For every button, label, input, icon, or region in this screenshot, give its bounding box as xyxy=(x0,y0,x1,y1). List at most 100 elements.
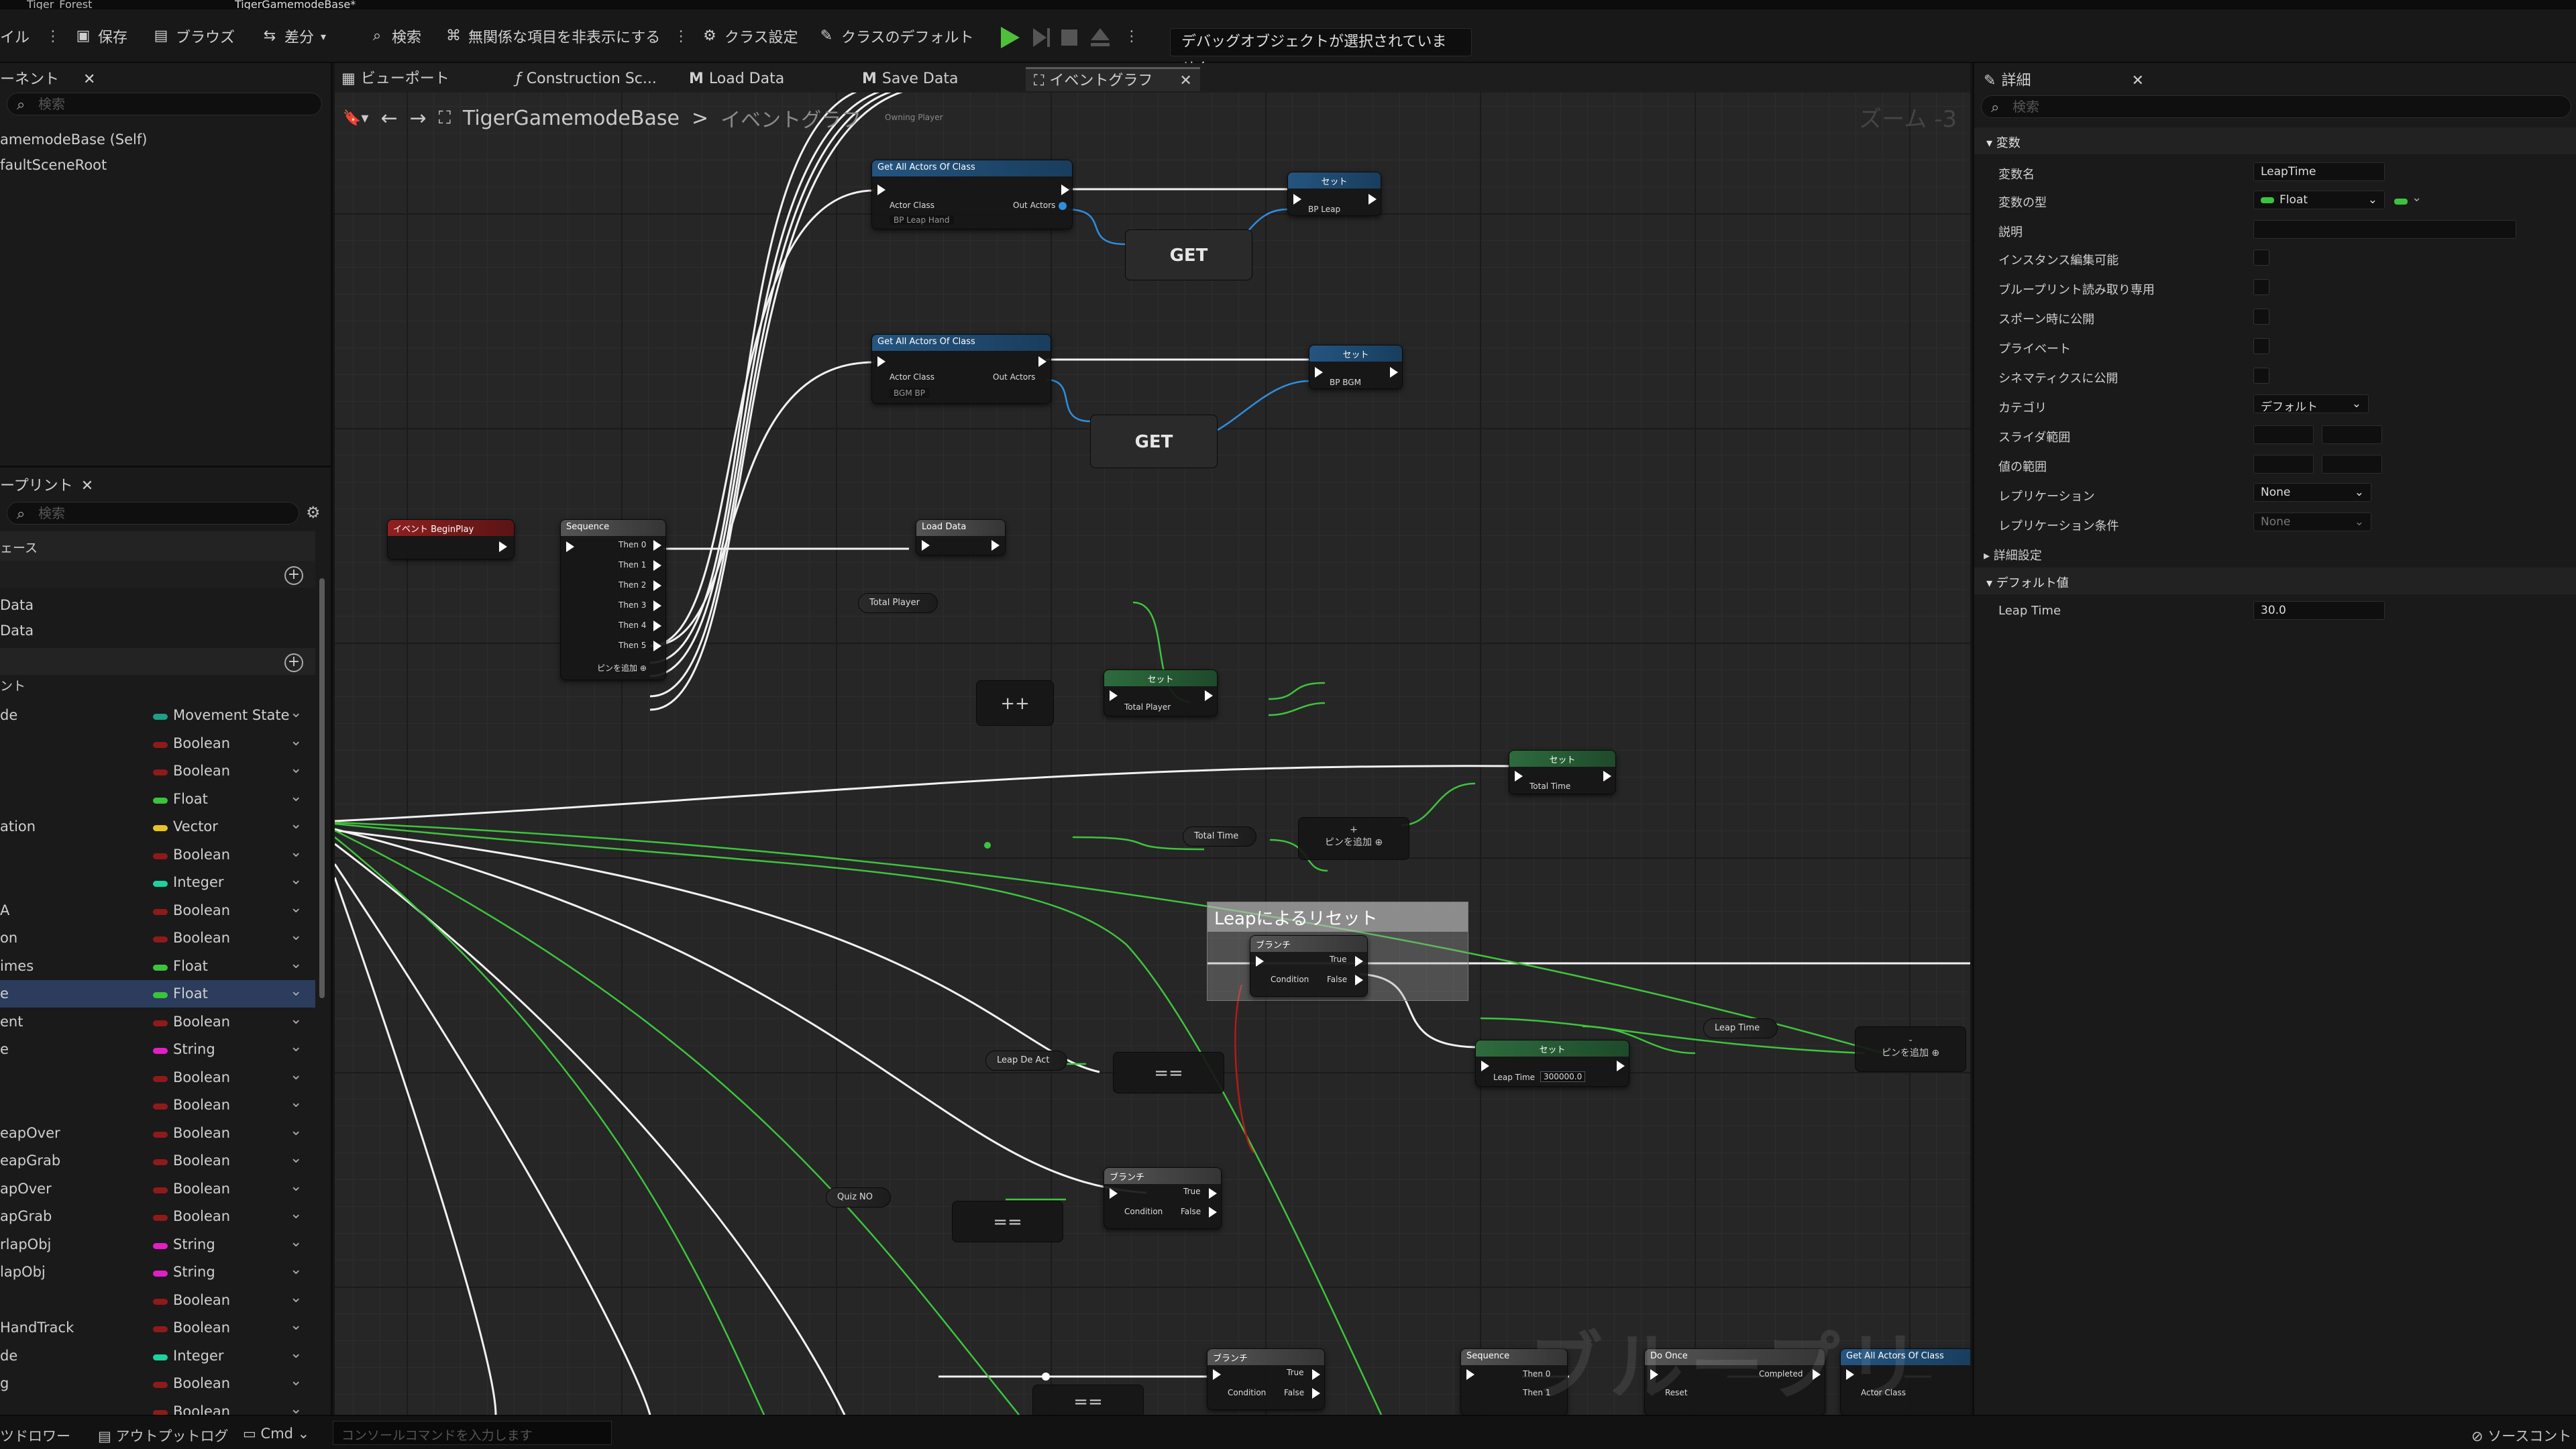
variable-row[interactable]: Float ⌄ xyxy=(0,786,315,813)
type-pill-icon[interactable] xyxy=(153,1187,168,1193)
sequence-then-pin[interactable]: Then 0 xyxy=(619,540,646,549)
chevron-down-icon[interactable]: ⌄ xyxy=(290,1094,302,1111)
variable-row[interactable]: Boolean ⌄ xyxy=(0,730,315,757)
close-icon[interactable]: ✕ xyxy=(2131,72,2143,89)
chevron-down-icon[interactable]: ⌄ xyxy=(290,1067,302,1083)
chevron-down-icon[interactable]: ⌄ xyxy=(290,871,302,888)
chevron-down-icon[interactable]: ⌄ xyxy=(290,983,302,1000)
debug-object-dropdown[interactable]: デバッグオブジェクトが選択されていません▾ xyxy=(1170,28,1472,77)
variable-row[interactable]: apGrab Boolean ⌄ xyxy=(0,1203,315,1230)
type-pill-icon[interactable] xyxy=(153,1326,168,1332)
type-pill-icon[interactable] xyxy=(153,1020,168,1026)
get-all-actors-node-2[interactable]: Get All Actors Of Class Actor Class Out … xyxy=(871,334,1051,404)
stop-icon[interactable] xyxy=(1056,24,1083,51)
type-pill-icon[interactable] xyxy=(153,1075,168,1082)
details-tab[interactable]: ✎ 詳細 ✕ xyxy=(1984,68,2144,90)
find-button[interactable]: ⌕ 検索 xyxy=(369,21,421,51)
slider-max-field[interactable] xyxy=(2322,425,2382,444)
slider-min-field[interactable] xyxy=(2253,425,2314,444)
type-pill-icon[interactable] xyxy=(153,741,168,748)
category-dropdown[interactable]: デフォルト ⌄ xyxy=(2253,394,2369,414)
tab-save-data[interactable]: M Save Data xyxy=(862,67,958,91)
chevron-down-icon[interactable]: ⌄ xyxy=(290,733,302,749)
exec-pin-icon[interactable] xyxy=(653,641,661,651)
eject-icon[interactable] xyxy=(1087,24,1114,51)
tab-load-data[interactable]: M Load Data xyxy=(689,67,784,91)
type-pill-icon[interactable] xyxy=(153,825,168,831)
equal-node-2[interactable]: == xyxy=(952,1201,1063,1242)
type-pill-icon[interactable] xyxy=(153,908,168,915)
blueprint-search[interactable]: ⌕ 検索 xyxy=(7,502,299,525)
load-data-node[interactable]: Load Data xyxy=(916,519,1006,555)
type-pill-icon[interactable] xyxy=(153,1354,168,1360)
sequence-then-pin[interactable]: Then 2 xyxy=(619,580,646,590)
exec-pin-icon[interactable] xyxy=(653,600,661,611)
browse-button[interactable]: ▤ ブラウズ xyxy=(153,21,235,51)
variable-row[interactable]: g Boolean ⌄ xyxy=(0,1370,315,1397)
chevron-down-icon[interactable]: ⌄ xyxy=(290,844,302,861)
hide-unrelated-button[interactable]: ⌘ 無関係な項目を非表示にする ⋮ xyxy=(445,21,688,51)
chevron-down-icon[interactable]: ⌄ xyxy=(290,816,302,833)
set-bp-bgm-node[interactable]: セット BP BGM xyxy=(1309,345,1403,389)
exec-pin-icon[interactable] xyxy=(653,621,661,631)
set-total-player-node[interactable]: セット Total Player xyxy=(1104,669,1218,716)
output-log-button[interactable]: ▤ アウトプットログ xyxy=(98,1426,229,1446)
var-type-dropdown[interactable]: Float ⌄ xyxy=(2253,191,2385,209)
variable-row[interactable]: ation Vector ⌄ xyxy=(0,813,315,841)
event-begin-play-node[interactable]: イベント BeginPlay xyxy=(387,519,515,559)
chevron-down-icon[interactable]: ⌄ xyxy=(290,1261,302,1278)
chevron-down-icon[interactable]: ⌄ xyxy=(290,1205,302,1222)
private-checkbox[interactable] xyxy=(2253,338,2269,354)
variable-row[interactable]: on Boolean ⌄ xyxy=(0,924,315,952)
type-pill-icon[interactable] xyxy=(153,992,168,998)
scrollbar[interactable] xyxy=(319,578,325,998)
branch-node-3[interactable]: ブランチ True False Condition xyxy=(1207,1348,1325,1410)
get-array-node-1[interactable]: GET xyxy=(1125,229,1252,280)
exec-pin-icon[interactable] xyxy=(653,580,661,591)
tab-construction-script[interactable]: ƒ Construction Sc... xyxy=(516,67,657,91)
breadcrumb-root[interactable]: TigerGamemodeBase xyxy=(463,107,680,130)
sequence-then-pin[interactable]: Then 1 xyxy=(619,560,646,570)
instance-editable-checkbox[interactable] xyxy=(2253,250,2269,266)
subtract-float-node[interactable]: - ピンを追加 ⊕ xyxy=(1855,1026,1966,1072)
branch-node-1[interactable]: ブランチ True False Condition xyxy=(1250,935,1368,997)
type-pill-icon[interactable] xyxy=(153,881,168,887)
variable-row[interactable]: e Float ⌄ xyxy=(0,980,315,1008)
variable-row[interactable]: imes Float ⌄ xyxy=(0,953,315,980)
description-field[interactable] xyxy=(2253,220,2516,239)
type-pill-icon[interactable] xyxy=(153,797,168,804)
console-input[interactable]: コンソールコマンドを入力します xyxy=(333,1421,612,1445)
increment-node[interactable]: ++ xyxy=(976,680,1054,726)
set-bp-leap-node[interactable]: セット BP Leap xyxy=(1287,172,1381,216)
set-leap-time-node[interactable]: セット Leap Time 300000.0 xyxy=(1475,1040,1629,1087)
back-arrow-icon[interactable]: ← xyxy=(380,107,397,130)
replication-dropdown[interactable]: None ⌄ xyxy=(2253,483,2371,502)
set-total-time-node[interactable]: セット Total Time xyxy=(1509,750,1616,794)
class-defaults-button[interactable]: ✎ クラスのデフォルト xyxy=(818,21,974,51)
chevron-down-icon[interactable]: ⌄ xyxy=(290,1122,302,1139)
variable-section[interactable]: ▾ 変数 xyxy=(1974,127,2576,154)
variable-row[interactable]: Boolean ⌄ xyxy=(0,1287,315,1314)
bp-readonly-checkbox[interactable] xyxy=(2253,279,2269,295)
details-search[interactable]: ⌕ 検索 xyxy=(1981,95,2571,118)
equal-node-3[interactable]: == xyxy=(1032,1385,1144,1415)
class-settings-button[interactable]: ⚙ クラス設定 xyxy=(702,21,798,51)
cmd-dropdown[interactable]: ▭ Cmd ⌄ xyxy=(243,1426,309,1442)
variable-row[interactable]: Integer ⌄ xyxy=(0,869,315,896)
type-pill-icon[interactable] xyxy=(153,936,168,943)
total-player-getter[interactable]: Total Player xyxy=(858,593,938,613)
var-name-field[interactable]: LeapTime xyxy=(2253,162,2385,181)
my-blueprint-tab[interactable]: ープリント ✕ xyxy=(0,474,93,495)
chevron-down-icon[interactable]: ⌄ xyxy=(290,955,302,972)
type-pill-icon[interactable] xyxy=(153,1242,168,1249)
variable-row[interactable]: Boolean ⌄ xyxy=(0,841,315,869)
chevron-down-icon[interactable]: ⌄ xyxy=(290,1345,302,1362)
chevron-down-icon[interactable]: ⌄ xyxy=(290,788,302,805)
content-drawer-button[interactable]: ツドロワー xyxy=(0,1426,70,1446)
variable-row[interactable]: lapObj String ⌄ xyxy=(0,1258,315,1286)
chevron-down-icon[interactable]: ⌄ xyxy=(290,704,302,721)
bookmark-icon[interactable]: 🔖▾ xyxy=(343,110,368,127)
leap-de-act-getter[interactable]: Leap De Act xyxy=(985,1051,1068,1071)
chevron-down-icon[interactable]: ⌄ xyxy=(290,1289,302,1306)
variable-row[interactable]: eapGrab Boolean ⌄ xyxy=(0,1147,315,1175)
